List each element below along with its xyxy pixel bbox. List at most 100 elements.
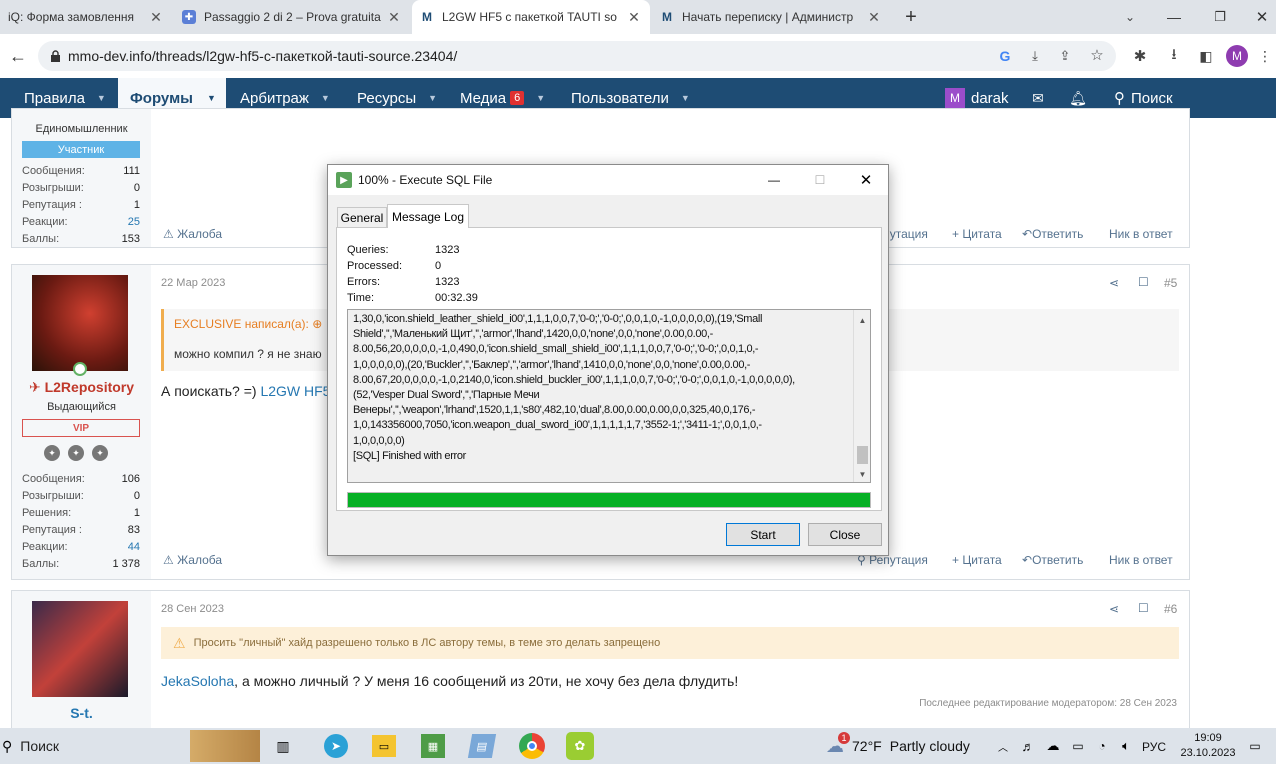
reply-link[interactable]: ↶Ответить: [1022, 227, 1083, 241]
telegram-icon[interactable]: ➤: [324, 734, 348, 758]
network-icon[interactable]: ▭: [1070, 737, 1086, 755]
chrome-icon[interactable]: [519, 733, 545, 759]
url-bar[interactable]: mmo-dev.info/threads/l2gw-hf5-с-пакеткой…: [38, 41, 1116, 71]
post-date[interactable]: 22 Мар 2023: [161, 277, 225, 289]
post-number[interactable]: #6: [1164, 602, 1177, 616]
close-button[interactable]: Close: [808, 523, 882, 546]
chevron-down-icon[interactable]: ⌄: [1120, 8, 1140, 26]
back-icon[interactable]: ←: [8, 46, 28, 66]
bookmark-icon[interactable]: ☐: [1138, 275, 1149, 289]
maximize-icon[interactable]: ☐: [806, 171, 834, 189]
avatar[interactable]: [32, 275, 128, 371]
download-icon[interactable]: ⭳: [1164, 46, 1184, 66]
log-scrollbar[interactable]: ▲ ▼: [853, 310, 870, 482]
start-button[interactable]: Start: [726, 523, 800, 546]
report-link[interactable]: ⚠ Жалоба: [163, 227, 222, 241]
stat-value: 1: [133, 507, 140, 519]
input-language[interactable]: РУС: [1142, 740, 1166, 754]
browser-tab-1[interactable]: iQ: Форма замовлення ✕: [0, 0, 172, 34]
scroll-up-icon[interactable]: ▲: [854, 313, 870, 329]
extensions-icon[interactable]: ✱: [1130, 46, 1150, 66]
volume-icon[interactable]: 🔈︎: [1118, 737, 1134, 755]
username[interactable]: S-t.: [12, 705, 151, 721]
profile-avatar[interactable]: M: [1226, 45, 1248, 67]
tab-general[interactable]: General: [337, 207, 387, 227]
quote-link[interactable]: + Цитата: [952, 553, 1002, 567]
quote-author-label: EXCLUSIVE написал(а):: [174, 317, 309, 331]
sidepanel-icon[interactable]: ◧: [1196, 46, 1216, 66]
nick-reply-link[interactable]: Ник в ответ: [1109, 227, 1173, 241]
bookmark-icon[interactable]: ☐: [1138, 601, 1149, 615]
username-link[interactable]: ✈ L2Repository: [12, 379, 151, 396]
chevron-up-icon[interactable]: ︿: [996, 738, 1010, 754]
stat-row: Розыгрыши: 0: [22, 490, 140, 502]
close-window-icon[interactable]: ✕: [1252, 7, 1272, 27]
warning-icon: ⚠: [163, 553, 178, 567]
post-number[interactable]: #5: [1164, 276, 1177, 290]
notifications-icon[interactable]: ▭: [1246, 737, 1264, 755]
close-tab-icon[interactable]: ✕: [386, 9, 402, 26]
stat-value[interactable]: 25: [128, 216, 140, 228]
share-icon[interactable]: ⋖: [1109, 276, 1119, 290]
spreadsheet-app-icon[interactable]: ▦: [421, 734, 445, 758]
scroll-down-icon[interactable]: ▼: [854, 466, 870, 482]
wifi-icon[interactable]: ◔: [1094, 737, 1110, 755]
restore-icon[interactable]: ❐: [1210, 7, 1230, 27]
notepad-app-icon[interactable]: ▤: [467, 734, 497, 758]
close-tab-icon[interactable]: ✕: [148, 9, 164, 26]
google-icon[interactable]: G: [996, 47, 1014, 65]
close-tab-icon[interactable]: ✕: [626, 9, 642, 26]
nav-label: Форумы: [130, 89, 193, 107]
search-label: Поиск: [1131, 89, 1173, 107]
stat-row: Сообщения: 106: [22, 473, 140, 485]
quote-link[interactable]: + Цитата: [952, 227, 1002, 241]
nick-reply-link[interactable]: Ник в ответ: [1109, 553, 1173, 567]
weather-widget[interactable]: ☁ 1 72°F Partly cloudy: [826, 728, 970, 764]
reply-link[interactable]: ↶Ответить: [1022, 553, 1083, 567]
browser-tab-2[interactable]: ✚ Passaggio 2 di 2 – Prova gratuita ✕: [174, 0, 410, 34]
quote-author[interactable]: EXCLUSIVE написал(а): ⊕: [174, 317, 322, 331]
puzzle-icon: ✚: [182, 10, 196, 24]
clock[interactable]: 19:09 23.10.2023: [1178, 731, 1238, 761]
nav-label: Пользователи: [571, 89, 669, 107]
report-label: Жалоба: [177, 553, 223, 567]
nav-label: Правила: [24, 89, 85, 107]
file-explorer-icon[interactable]: ▭: [372, 735, 396, 757]
browser-tab-4[interactable]: M Начать переписку | Администр ✕: [652, 0, 890, 34]
tab-message-log[interactable]: Message Log: [387, 204, 469, 228]
close-tab-icon[interactable]: ✕: [866, 9, 882, 26]
medal-icon: ✦: [44, 445, 60, 461]
lock-icon: [48, 48, 62, 64]
url-text: mmo-dev.info/threads/l2gw-hf5-с-пакеткой…: [68, 48, 458, 64]
stat-value: 1: [133, 199, 140, 211]
task-view-icon[interactable]: ▥: [272, 735, 294, 757]
headset-icon[interactable]: ♬: [1020, 737, 1036, 755]
thread-link[interactable]: L2GW HF5: [260, 383, 330, 399]
browser-tab-bar: iQ: Форма замовлення ✕ ✚ Passaggio 2 di …: [0, 0, 1276, 34]
message-log[interactable]: 1,30,0,'icon.shield_leather_shield_i00',…: [347, 309, 871, 483]
online-status-icon: [73, 362, 87, 376]
share-icon[interactable]: ⋖: [1109, 602, 1119, 616]
browser-tab-3[interactable]: M L2GW HF5 с пакеткой TAUTI so ✕: [412, 0, 650, 34]
navicat-icon[interactable]: ✿: [566, 732, 594, 760]
stat-value[interactable]: 44: [128, 541, 140, 553]
taskbar-search-label: Поиск: [20, 738, 60, 754]
menu-kebab-icon[interactable]: ⋮: [1258, 46, 1272, 66]
report-link[interactable]: ⚠ Жалоба: [163, 553, 222, 567]
user-mention[interactable]: JekaSoloha: [161, 673, 234, 689]
avatar[interactable]: [32, 601, 128, 697]
stat-row: Розыгрыши: 0: [22, 182, 140, 194]
post-date[interactable]: 28 Сен 2023: [161, 603, 224, 615]
taskbar-search[interactable]: ⚲ Поиск: [0, 728, 59, 764]
scrollbar-thumb[interactable]: [857, 446, 868, 464]
onedrive-icon[interactable]: ☁: [1044, 737, 1062, 755]
minimize-icon[interactable]: —: [1164, 7, 1184, 27]
close-dialog-icon[interactable]: ✕: [852, 170, 880, 190]
new-tab-icon[interactable]: +: [900, 6, 922, 28]
share-icon[interactable]: ⇪: [1056, 47, 1074, 65]
bookmark-star-icon[interactable]: ☆: [1088, 46, 1106, 64]
chevron-down-icon: ▼: [206, 93, 216, 103]
queries-label: Queries:: [347, 244, 389, 256]
minimize-icon[interactable]: —: [760, 171, 788, 189]
install-icon[interactable]: ⤓: [1026, 47, 1044, 65]
